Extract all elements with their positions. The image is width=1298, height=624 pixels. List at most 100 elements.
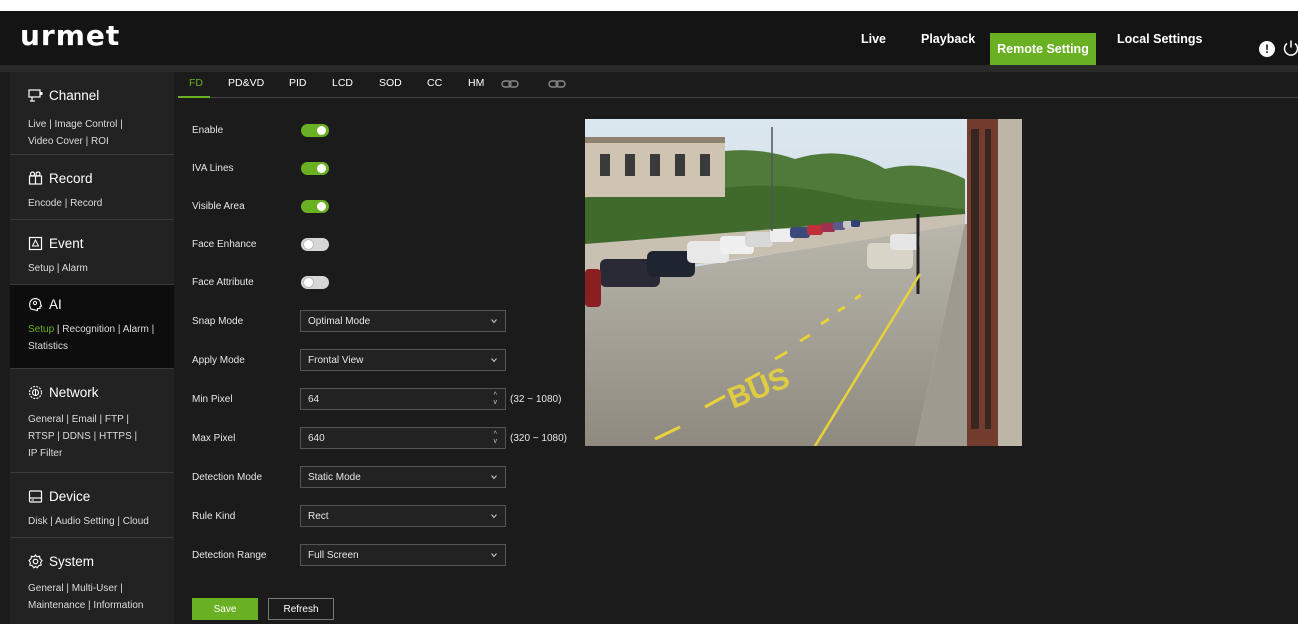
link-record-encode[interactable]: Encode — [28, 198, 62, 209]
refresh-button[interactable]: Refresh — [268, 598, 334, 620]
tab-cc[interactable]: CC — [427, 77, 442, 89]
enable-toggle[interactable] — [301, 124, 329, 137]
ai-icon — [29, 298, 43, 312]
link-channel-live[interactable]: Live — [28, 119, 46, 130]
label-max-pixel: Max Pixel — [192, 433, 236, 444]
link-event-alarm[interactable]: Alarm — [62, 263, 88, 274]
sidebar-section-record: Record Encode | Record — [10, 155, 174, 220]
sidebar-title-ai: AI — [49, 297, 62, 312]
nav-local-settings[interactable]: Local Settings — [1117, 32, 1202, 46]
detection-mode-select[interactable]: Static Mode — [300, 466, 506, 488]
label-iva-lines: IVA Lines — [192, 163, 234, 174]
save-button[interactable]: Save — [192, 598, 258, 620]
detection-mode-value: Static Mode — [308, 471, 361, 483]
link-network-rtsp[interactable]: RTSP — [28, 431, 54, 442]
sidebar-section-ai: AI Setup | Recognition | Alarm | Statist… — [10, 285, 174, 369]
stepper-icon[interactable]: ^ v — [494, 392, 498, 406]
sidebar-title-channel: Channel — [49, 88, 100, 103]
rule-kind-select[interactable]: Rect — [300, 505, 506, 527]
nav-remote-setting[interactable]: Remote Setting — [990, 33, 1096, 65]
sidebar-item-ai[interactable]: AI — [28, 297, 62, 312]
face-enhance-toggle[interactable] — [301, 238, 329, 251]
link-network-general[interactable]: General — [28, 414, 64, 425]
link-device-disk[interactable]: Disk — [28, 516, 47, 527]
app-window: urmet Live Playback Remote Setting Local… — [0, 11, 1298, 624]
link-device-audio-setting[interactable]: Audio Setting — [55, 516, 115, 527]
apply-mode-select[interactable]: Frontal View — [300, 349, 506, 371]
sidebar-links-system: General | Multi-User | Maintenance | Inf… — [28, 583, 144, 611]
chevron-down-icon — [491, 475, 497, 480]
link-record-record[interactable]: Record — [70, 198, 102, 209]
urmet-logo: urmet — [20, 19, 121, 52]
link-system-multi-user[interactable]: Multi-User — [72, 583, 118, 594]
toggle-knob — [317, 202, 326, 211]
power-icon[interactable] — [1282, 39, 1298, 57]
tab-link-icon-2[interactable] — [548, 79, 566, 89]
chevron-down-icon — [491, 514, 497, 519]
sidebar-item-channel[interactable]: Channel — [28, 88, 99, 103]
sidebar-item-record[interactable]: Record — [28, 171, 93, 186]
stepper-icon[interactable]: ^ v — [494, 431, 498, 445]
tab-link-icon-1[interactable] — [501, 79, 519, 89]
visible-area-toggle[interactable] — [301, 200, 329, 213]
label-visible-area: Visible Area — [192, 201, 245, 212]
max-pixel-range: (320 ~ 1080) — [510, 433, 567, 444]
chevron-down-icon — [491, 358, 497, 363]
sidebar-item-event[interactable]: Event — [28, 236, 84, 251]
alert-icon[interactable]: ! — [1259, 41, 1275, 57]
sidebar-title-device: Device — [49, 489, 91, 504]
link-channel-video-cover[interactable]: Video Cover — [28, 136, 83, 147]
link-ai-setup[interactable]: Setup — [28, 324, 54, 335]
tab-pd-vd[interactable]: PD&VD — [228, 77, 264, 89]
network-icon — [28, 385, 43, 400]
link-event-setup[interactable]: Setup — [28, 263, 54, 274]
min-pixel-value: 64 — [308, 393, 320, 405]
link-network-ip-filter[interactable]: IP Filter — [28, 448, 62, 459]
sidebar-item-system[interactable]: System — [28, 554, 94, 569]
tab-sod[interactable]: SOD — [379, 77, 402, 89]
snap-mode-select[interactable]: Optimal Mode — [300, 310, 506, 332]
link-network-email[interactable]: Email — [72, 414, 97, 425]
link-network-https[interactable]: HTTPS — [99, 431, 132, 442]
link-channel-roi[interactable]: ROI — [91, 136, 109, 147]
channel-icon — [28, 89, 43, 102]
face-attribute-toggle[interactable] — [301, 276, 329, 289]
tab-hm[interactable]: HM — [468, 77, 484, 89]
link-channel-image-control[interactable]: Image Control — [55, 119, 118, 130]
link-ai-recognition[interactable]: Recognition — [62, 324, 115, 335]
max-pixel-input[interactable]: 640 ^ v — [300, 427, 506, 449]
link-ai-alarm[interactable]: Alarm — [123, 324, 149, 335]
sidebar-links-device: Disk | Audio Setting | Cloud — [28, 516, 149, 527]
iva-lines-toggle[interactable] — [301, 162, 329, 175]
camera-preview[interactable]: BUS — [585, 119, 1022, 446]
link-device-cloud[interactable]: Cloud — [123, 516, 149, 527]
sidebar-section-channel: Channel Live | Image Control | Video Cov… — [10, 72, 174, 155]
link-network-ddns[interactable]: DDNS — [62, 431, 90, 442]
nav-live[interactable]: Live — [861, 32, 886, 46]
tab-pid[interactable]: PID — [289, 77, 307, 89]
sidebar-links-ai: Setup | Recognition | Alarm | Statistics — [28, 324, 155, 352]
link-system-maintenance[interactable]: Maintenance — [28, 600, 85, 611]
sidebar-title-network: Network — [49, 385, 99, 400]
sidebar-links-channel: Live | Image Control | Video Cover | ROI — [28, 119, 123, 147]
max-pixel-value: 640 — [308, 432, 325, 444]
active-tab-indicator — [178, 96, 210, 98]
label-apply-mode: Apply Mode — [192, 355, 245, 366]
min-pixel-input[interactable]: 64 ^ v — [300, 388, 506, 410]
label-snap-mode: Snap Mode — [192, 316, 244, 327]
sidebar-item-network[interactable]: Network — [28, 385, 99, 400]
sidebar-links-record: Encode | Record — [28, 198, 103, 209]
link-system-information[interactable]: Information — [93, 600, 143, 611]
link-ai-statistics[interactable]: Statistics — [28, 341, 68, 352]
sidebar-item-device[interactable]: Device — [28, 489, 90, 504]
nav-playback[interactable]: Playback — [921, 32, 975, 46]
tab-fd[interactable]: FD — [189, 77, 203, 89]
label-face-attribute: Face Attribute — [192, 277, 254, 288]
header-band — [0, 65, 1298, 72]
link-system-general[interactable]: General — [28, 583, 64, 594]
link-network-ftp[interactable]: FTP — [105, 414, 124, 425]
event-icon — [28, 236, 43, 251]
sidebar-section-device: Device Disk | Audio Setting | Cloud — [10, 473, 174, 538]
tab-lcd[interactable]: LCD — [332, 77, 353, 89]
detection-range-select[interactable]: Full Screen — [300, 544, 506, 566]
